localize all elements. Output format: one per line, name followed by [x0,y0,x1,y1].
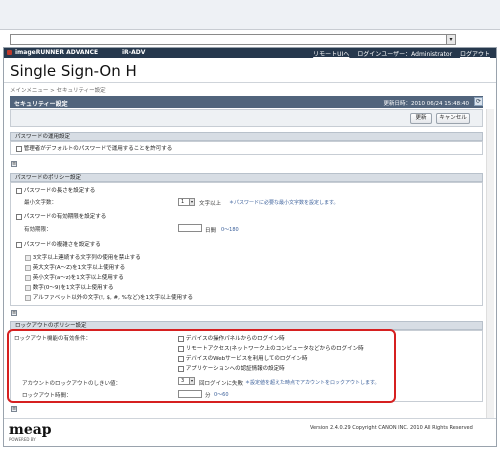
complexity-option-label: 3文字以上連続する文字列の使用を禁止する [32,255,141,261]
header-links: リモートUIへ ログインユーザー：Administrator ログアウト [307,49,490,58]
divider [4,82,496,83]
device-icon [7,50,12,55]
complexity-option-checkbox[interactable] [25,294,31,301]
complexity-label: パスワードの複雑さを設定する [23,242,101,248]
min-chars-hint: ＊パスワードに必要な最小文字数を設定します。 [229,200,339,206]
page-title-bar: セキュリティー設定 更新日時：2010 06/24 15:48:40 [10,96,483,108]
chevron-down-icon[interactable]: ▾ [446,34,456,45]
highlight-annotation [7,329,396,403]
breadcrumb[interactable]: メインメニュー > セキュリティー設定 [10,86,106,94]
section-header-password-policy: パスワードのポリシー設定 [10,173,483,182]
collapse-toggle-icon[interactable]: ≡ [11,406,17,412]
refresh-icon[interactable]: ⟳ [474,97,483,106]
complexity-option-label: 英大文字(A～Z)を1文字以上使用する [32,265,126,271]
browser-toolbar [0,0,500,30]
address-bar[interactable]: ▾ [10,34,456,45]
stepper-arrow-icon[interactable]: ▾ [189,199,194,205]
refresh-button[interactable]: 更新 [410,113,432,124]
complexity-option-label: アルファベット以外の文字(!, $, #, %など)を1文字以上使用する [32,295,194,301]
complexity-option-checkbox[interactable] [25,284,31,291]
min-chars-stepper[interactable]: 1 ▾ [178,198,195,206]
expiry-label: パスワードの有効期限を設定する [23,214,107,220]
remote-ui-link[interactable]: リモートUIへ [313,51,349,58]
min-chars-unit: 文字以上 [199,201,222,207]
copyright: Version 2.4.0.29 Copyright CANON INC. 20… [310,425,473,431]
updated-time: 更新日時：2010 06/24 15:48:40 [383,101,469,107]
length-checkbox[interactable] [16,187,22,194]
model-label: iR-ADV [122,49,146,56]
logout-link[interactable]: ログアウト [460,51,490,58]
admin-default-row: 管理者がデフォルトのパスワードで運用することを許可する [16,144,172,152]
complexity-option-label: 数字(0～9)を1文字以上使用する [32,285,114,291]
meap-logo-sub: POWERED BY [9,437,36,442]
collapse-toggle-icon[interactable]: ≡ [11,161,17,167]
section-header-password-use: パスワードの運用設定 [10,132,483,141]
complexity-option-checkbox[interactable] [25,264,31,271]
complexity-option: 3文字以上連続する文字列の使用を禁止する [25,253,141,261]
expiry-checkbox[interactable] [16,213,22,220]
brand-label: imageRUNNER ADVANCE [15,49,99,56]
complexity-option-checkbox[interactable] [25,254,31,261]
complexity-option: 英大文字(A～Z)を1文字以上使用する [25,263,125,271]
expiry-range: 0～180 [221,227,239,233]
min-chars-value: 1 [181,199,185,205]
complexity-row: パスワードの複雑さを設定する [16,240,101,248]
min-chars-label: 最小文字数： [24,200,58,206]
admin-default-checkbox[interactable] [16,145,22,152]
complexity-option: アルファベット以外の文字(!, $, #, %など)を1文字以上使用する [25,293,193,301]
collapse-toggle-icon[interactable]: ≡ [11,310,17,316]
login-user-label: ログインユーザー：Administrator [357,51,453,58]
admin-default-label: 管理者がデフォルトのパスワードで運用することを許可する [23,146,173,152]
length-label: パスワードの長さを設定する [23,188,96,194]
expiry-unit: 日間 [205,228,217,234]
expiry-input[interactable] [178,224,202,232]
complexity-option-checkbox[interactable] [25,274,31,281]
page-title: セキュリティー設定 [14,101,68,108]
app-header: imageRUNNER ADVANCE iR-ADV リモートUIへ ログインユ… [4,48,496,58]
complexity-option: 英小文字(a～z)を1文字以上使用する [25,273,124,281]
cancel-button[interactable]: キャンセル [436,113,470,124]
expiry-row: パスワードの有効期限を設定する [16,212,106,220]
complexity-checkbox[interactable] [16,241,22,248]
complexity-option-label: 英小文字(a～z)を1文字以上使用する [32,275,124,281]
meap-logo: meap [9,422,52,438]
length-row: パスワードの長さを設定する [16,186,95,194]
complexity-option: 数字(0～9)を1文字以上使用する [25,283,114,291]
scrollbar[interactable] [486,109,494,419]
expiry-period-label: 有効期限： [24,227,52,233]
footer-divider [4,418,496,419]
app-title: Single Sign-On H [10,62,137,80]
